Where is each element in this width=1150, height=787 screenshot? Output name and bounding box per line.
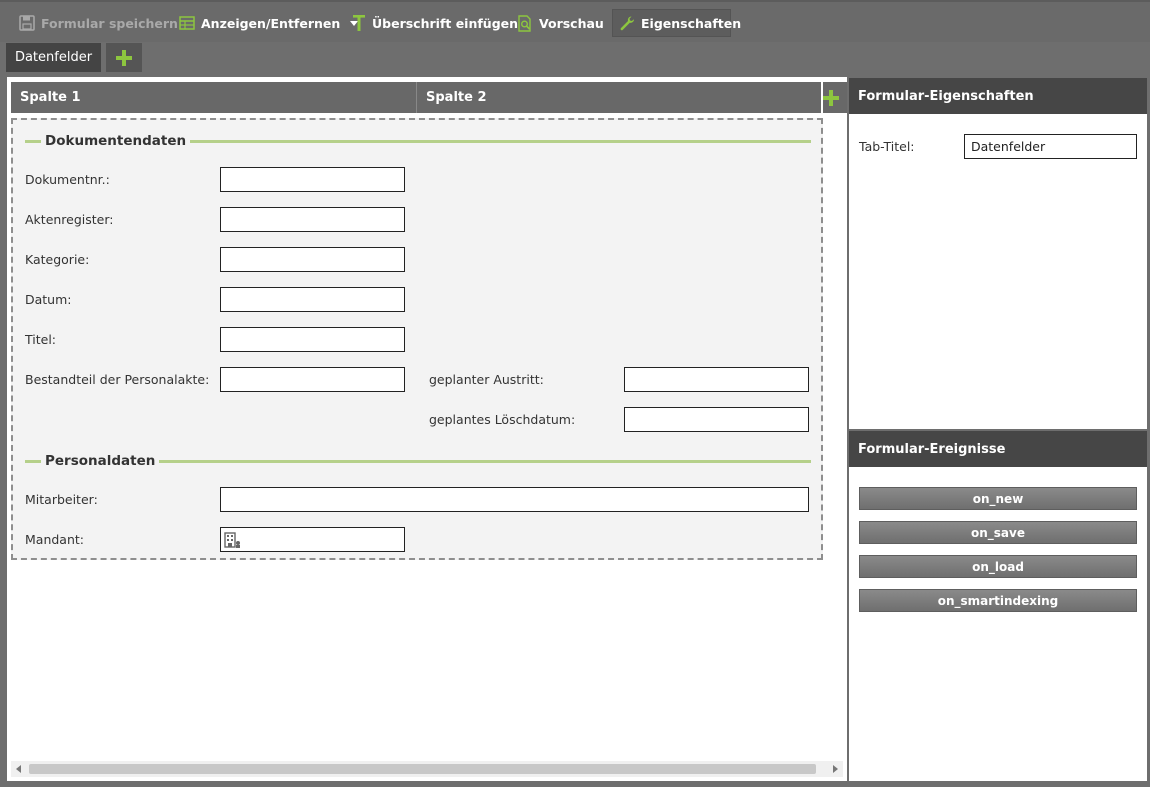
field-label-kategorie: Kategorie: (25, 252, 90, 267)
scroll-left-icon[interactable] (16, 765, 21, 773)
panel-header: Formular-Ereignisse (849, 431, 1147, 467)
mandant-field[interactable] (220, 527, 405, 552)
tab-label: Datenfelder (14, 50, 93, 65)
field-label-datum: Datum: (25, 292, 72, 307)
event-label: on_save (971, 525, 1025, 540)
preview-document-icon (518, 14, 531, 32)
plus-icon (823, 89, 839, 106)
tab-title-field[interactable]: Datenfelder (964, 134, 1137, 159)
show-hide-label: Anzeigen/Entfernen (201, 15, 341, 31)
building-icon (224, 532, 240, 548)
insert-heading-button[interactable]: Überschrift einfügen (346, 9, 524, 37)
event-on-save-button[interactable]: on_save (859, 521, 1137, 544)
titel-field[interactable] (220, 327, 405, 352)
column-header-2[interactable]: Spalte 2 (417, 82, 821, 113)
section-heading-personaldaten[interactable]: Personaldaten (25, 451, 811, 471)
plus-icon (116, 49, 132, 66)
mitarbeiter-field[interactable] (220, 487, 809, 512)
section-divider (25, 139, 41, 143)
show-hide-dropdown-button[interactable]: Anzeigen/Entfernen (173, 9, 364, 37)
preview-button[interactable]: Vorschau (511, 9, 610, 37)
toolbar: Formular speichern Anzeigen/Entfernen Üb… (0, 0, 1150, 42)
datum-field[interactable] (220, 287, 405, 312)
form-properties-panel: Formular-Eigenschaften Tab-Titel: Datenf… (849, 78, 1147, 429)
column-header-1[interactable]: Spalte 1 (11, 82, 417, 113)
section-title: Personaldaten (45, 453, 156, 469)
save-form-label: Formular speichern (41, 15, 178, 31)
loeschdatum-field[interactable] (624, 407, 809, 432)
kategorie-field[interactable] (220, 247, 405, 272)
column-1-label: Spalte 1 (20, 90, 81, 105)
form-designer-area: Spalte 1 Spalte 2 Dokumentendaten Dokume… (7, 77, 847, 781)
wrench-icon (620, 16, 635, 31)
properties-label: Eigenschaften (641, 15, 742, 31)
field-label-mitarbeiter: Mitarbeiter: (25, 492, 98, 507)
event-on-smartindexing-button[interactable]: on_smartindexing (859, 589, 1137, 612)
column-2-label: Spalte 2 (426, 90, 487, 105)
scroll-right-icon[interactable] (833, 765, 838, 773)
bestandteil-field[interactable] (220, 367, 405, 392)
section-divider (159, 459, 811, 463)
field-label-titel: Titel: (25, 332, 56, 347)
field-label-bestandteil: Bestandteil der Personalakte: (25, 372, 210, 387)
scrollbar-thumb[interactable] (29, 764, 816, 774)
form-events-panel: Formular-Ereignisse on_new on_save on_lo… (849, 431, 1147, 781)
tab-title-value: Datenfelder (971, 139, 1046, 154)
text-t-icon (353, 15, 365, 31)
panel-title: Formular-Eigenschaften (858, 88, 1034, 104)
event-on-new-button[interactable]: on_new (859, 487, 1137, 510)
form-drop-zone: Dokumentendaten Dokumentnr.: Aktenregist… (11, 118, 823, 560)
add-tab-button[interactable] (106, 43, 142, 72)
section-title: Dokumentendaten (45, 133, 187, 149)
field-label-austritt: geplanter Austritt: (429, 372, 544, 387)
tab-title-label: Tab-Titel: (859, 139, 915, 154)
properties-button[interactable]: Eigenschaften (612, 9, 741, 37)
field-label-mandant: Mandant: (25, 532, 84, 547)
event-on-load-button[interactable]: on_load (859, 555, 1137, 578)
austritt-field[interactable] (624, 367, 809, 392)
event-label: on_load (972, 559, 1024, 574)
panel-header: Formular-Eigenschaften (849, 78, 1147, 114)
event-label: on_new (972, 491, 1024, 506)
horizontal-scrollbar[interactable] (11, 761, 843, 777)
panel-title: Formular-Ereignisse (858, 441, 1006, 457)
field-label-aktenregister: Aktenregister: (25, 212, 114, 227)
save-form-button[interactable]: Formular speichern (13, 9, 184, 37)
event-label: on_smartindexing (937, 593, 1059, 608)
tab-datenfelder[interactable]: Datenfelder (6, 43, 101, 72)
preview-label: Vorschau (539, 15, 604, 31)
field-label-dokumentnr: Dokumentnr.: (25, 172, 110, 187)
table-grid-icon (179, 16, 195, 30)
section-divider (190, 139, 811, 143)
field-label-loeschdatum: geplantes Löschdatum: (429, 412, 576, 427)
add-column-button[interactable] (823, 82, 847, 113)
aktenregister-field[interactable] (220, 207, 405, 232)
section-divider (25, 459, 41, 463)
floppy-disk-icon (19, 15, 35, 31)
section-heading-dokumentendaten[interactable]: Dokumentendaten (25, 131, 811, 151)
dokumentnr-field[interactable] (220, 167, 405, 192)
insert-heading-label: Überschrift einfügen (372, 15, 519, 31)
